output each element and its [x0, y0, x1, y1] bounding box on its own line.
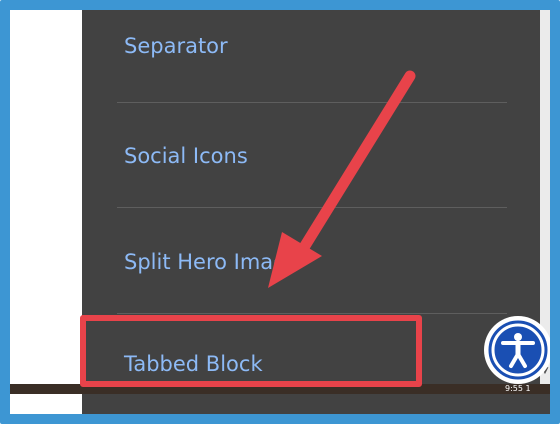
screenshot-frame: Separator Social Icons Split Hero Image …: [0, 0, 560, 424]
annotation-arrow: [268, 70, 416, 288]
